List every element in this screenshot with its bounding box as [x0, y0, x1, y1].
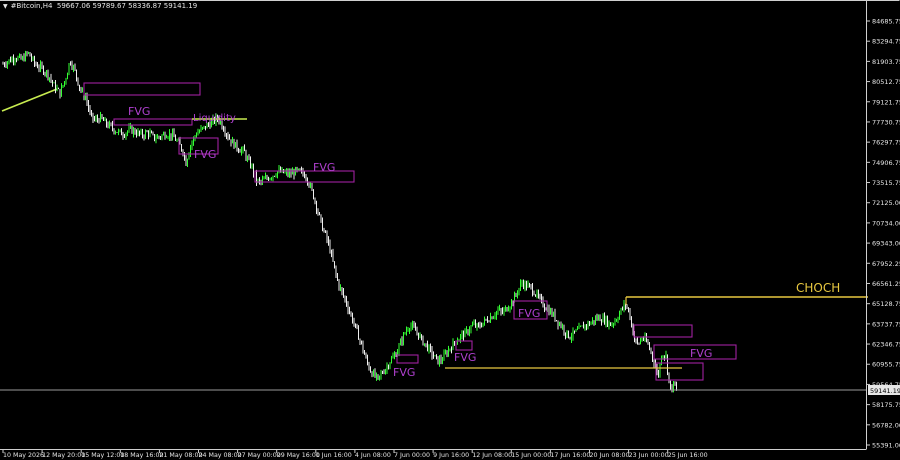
price-tick-label: 74906.75 [872, 159, 900, 167]
fvg-label: FVG [518, 307, 540, 320]
price-tick-label: 80512.75 [872, 78, 900, 86]
dropdown-triangle-icon[interactable]: ▼ [3, 3, 8, 10]
fvg-box[interactable] [655, 362, 704, 381]
fvg-zones[interactable] [83, 82, 737, 381]
price-tick-label: 65128.75 [872, 300, 900, 308]
price-tick-label: 76297.75 [872, 139, 900, 147]
time-tick-label: 21 May 08:00 [159, 452, 202, 459]
time-tick-label: 17 Jun 16:00 [550, 452, 590, 459]
price-tick-label: 60955.75 [872, 361, 900, 369]
fvg-label: FVG [313, 161, 335, 174]
ohlc-label: 59667.06 59789.67 58336.87 59141.19 [56, 2, 198, 10]
axes [0, 0, 900, 450]
price-tick-label: 84685.75 [872, 18, 900, 26]
current-price-tag: 59141.19 [868, 385, 900, 395]
price-tick-label: 79121.75 [872, 98, 900, 106]
fvg-box[interactable] [83, 82, 201, 96]
price-tick-label: 62346.75 [872, 341, 900, 349]
time-tick-label: 25 Jun 16:00 [668, 452, 708, 459]
price-tick-label: 72125.00 [872, 199, 900, 207]
time-tick-label: 9 Jun 16:00 [433, 452, 469, 459]
fvg-box[interactable] [113, 118, 193, 126]
time-tick-label: 7 Jun 00:00 [394, 452, 430, 459]
fvg-label: FVG [194, 148, 216, 161]
price-tick-label: 69343.00 [872, 240, 900, 248]
trendline[interactable] [1, 88, 58, 112]
time-tick-label: 15 May 12:00 [81, 452, 124, 459]
price-chart[interactable]: FVG FVG FVG FVG FVG FVG FVG Liquidity CH… [0, 0, 900, 460]
window-header: ▼ #Bitcoin,H4 59667.06 59789.67 58336.87 … [3, 2, 197, 10]
price-tick-label: 77730.75 [872, 118, 900, 126]
price-tick-label: 63737.75 [872, 320, 900, 328]
time-tick-label: 29 May 16:00 [277, 452, 320, 459]
price-tick-label: 55391.00 [872, 442, 900, 450]
liquidity-label: Liquidity [193, 113, 236, 124]
fvg-label: FVG [128, 105, 150, 118]
time-tick-label: 1 Jun 16:00 [316, 452, 352, 459]
price-tick-label: 81903.75 [872, 58, 900, 66]
time-tick-label: 20 Jun 08:00 [590, 452, 630, 459]
price-axis: 84685.75 83294.75 81903.75 80512.75 79121.75… [866, 18, 900, 450]
fvg-box[interactable] [633, 324, 693, 338]
fvg-box[interactable] [455, 340, 473, 351]
time-tick-label: 24 May 08:00 [199, 452, 242, 459]
fvg-label: FVG [454, 351, 476, 364]
time-tick-label: 4 Jun 08:00 [355, 452, 391, 459]
time-tick-label: 15 Jun 00:00 [511, 452, 551, 459]
price-tick-label: 58175.75 [872, 401, 900, 409]
price-tick-label: 67952.25 [872, 260, 900, 268]
current-price-label: 59141.19 [870, 387, 900, 395]
time-tick-label: 12 May 20:00 [42, 452, 85, 459]
time-tick-label: 18 May 16:00 [120, 452, 163, 459]
time-tick-label: 27 May 00:00 [238, 452, 281, 459]
price-tick-label: 73515.75 [872, 179, 900, 187]
price-tick-label: 70734.00 [872, 219, 900, 227]
price-tick-label: 66561.25 [872, 280, 900, 288]
price-tick-label: 56782.00 [872, 421, 900, 429]
fvg-box[interactable] [396, 354, 419, 364]
time-tick-label: 10 May 2026 [3, 452, 44, 459]
price-tick-label: 83294.75 [872, 38, 900, 46]
symbol-label: #Bitcoin,H4 [10, 2, 53, 10]
choch-label: CHOCH [796, 281, 840, 295]
candles-layer [2, 50, 677, 393]
time-tick-label: 12 Jun 08:00 [472, 452, 512, 459]
fvg-label: FVG [690, 347, 712, 360]
time-axis: 10 May 202612 May 20:0015 May 12:0018 Ma… [2, 449, 708, 459]
time-tick-label: 23 Jun 00:00 [629, 452, 669, 459]
fvg-label: FVG [393, 366, 415, 379]
